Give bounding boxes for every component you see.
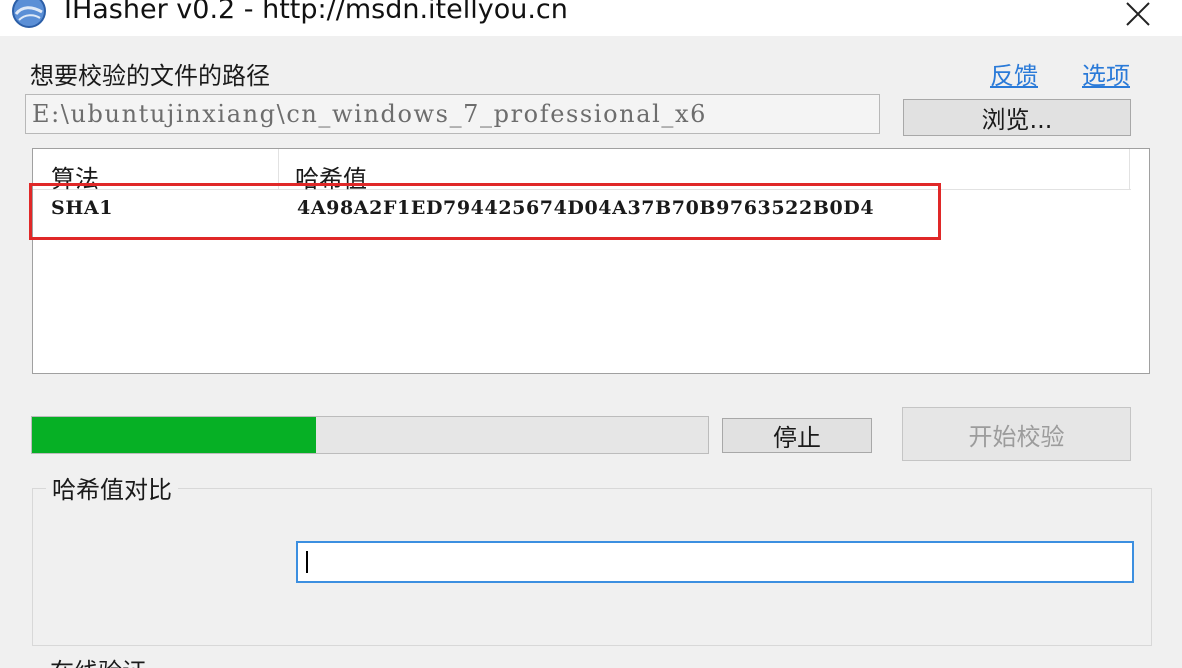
- start-verify-button[interactable]: 开始校验: [902, 407, 1131, 461]
- close-button[interactable]: [1110, 0, 1166, 32]
- stop-button[interactable]: 停止: [722, 418, 872, 453]
- hash-compare-title: 哈希值对比: [46, 470, 178, 505]
- hash-results-list[interactable]: 算法 哈希值 SHA1 4A98A2F1ED794425674D04A37B70…: [32, 148, 1150, 374]
- window-title: IHasher v0.2 - http://msdn.itellyou.cn: [64, 0, 568, 25]
- title-bar[interactable]: IHasher v0.2 - http://msdn.itellyou.cn: [0, 0, 1182, 36]
- row-hash-value[interactable]: 4A98A2F1ED794425674D04A37B70B9763522B0D4: [297, 197, 874, 219]
- text-caret: [306, 551, 308, 573]
- file-path-label: 想要校验的文件的路径: [30, 62, 270, 90]
- list-header: 算法 哈希值: [33, 149, 1131, 193]
- online-verify-title: 在线验证: [50, 652, 146, 668]
- feedback-link[interactable]: 反馈: [990, 56, 1038, 91]
- progress-fill: [32, 417, 316, 453]
- options-link[interactable]: 选项: [1082, 56, 1130, 91]
- progress-bar: [31, 416, 709, 454]
- file-path-field[interactable]: E:\ubuntujinxiang\cn_windows_7_professio…: [25, 94, 880, 134]
- app-globe-icon: [12, 0, 46, 28]
- ihasher-window: IHasher v0.2 - http://msdn.itellyou.cn 想…: [0, 0, 1182, 668]
- close-icon: [1126, 2, 1150, 26]
- compare-hash-input[interactable]: [296, 541, 1134, 583]
- browse-button[interactable]: 浏览...: [903, 99, 1131, 136]
- row-algorithm[interactable]: SHA1: [51, 197, 113, 219]
- column-separator[interactable]: [1129, 149, 1130, 189]
- column-header-algorithm[interactable]: 算法: [51, 159, 99, 194]
- column-header-hash[interactable]: 哈希值: [295, 159, 367, 194]
- column-separator[interactable]: [278, 149, 279, 189]
